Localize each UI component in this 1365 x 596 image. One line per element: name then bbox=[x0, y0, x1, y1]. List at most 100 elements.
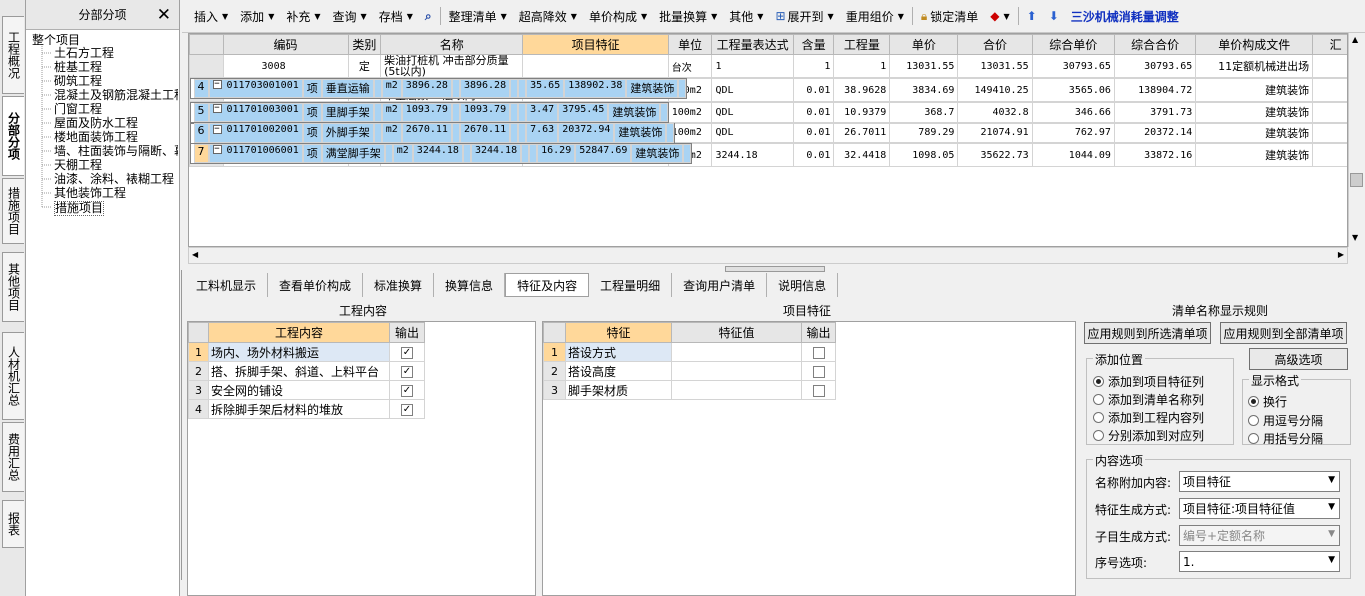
tab-qty-detail[interactable]: 工程量明细 bbox=[589, 273, 673, 297]
cell-content[interactable] bbox=[462, 143, 471, 164]
bill-item-row[interactable]: 5−011701003001 项里脚手架 m2 1093.79 1093.79 3.47 3… bbox=[189, 102, 670, 123]
cell-total[interactable] bbox=[518, 123, 527, 143]
cell-content[interactable]: 0.01 bbox=[792, 122, 835, 143]
col-expr[interactable]: 工程量表达式 bbox=[711, 34, 794, 55]
col-content[interactable]: 含量 bbox=[792, 34, 835, 55]
tree-item[interactable]: 其他装饰工程 bbox=[54, 187, 126, 200]
cell-ctotal[interactable]: 20372.94 bbox=[558, 123, 615, 143]
side-tab-measures[interactable]: 措施项目 bbox=[2, 178, 24, 244]
cell-type[interactable]: 定 bbox=[347, 54, 382, 78]
cell-feature[interactable] bbox=[384, 143, 393, 164]
row-number[interactable]: 1 bbox=[188, 342, 209, 362]
cell-total[interactable]: 21074.91 bbox=[957, 122, 1033, 143]
tab-standard-convert[interactable]: 标准换算 bbox=[363, 273, 435, 297]
cell-code[interactable]: −011701003001 bbox=[208, 102, 303, 123]
cell-file[interactable]: 建筑装饰 bbox=[608, 102, 661, 123]
work-content-text[interactable]: 拆除脚手架后材料的堆放 bbox=[208, 399, 390, 419]
batch-convert-button[interactable]: 批量换算 ▼ bbox=[653, 8, 723, 25]
cell-ctotal[interactable]: 20372.14 bbox=[1113, 122, 1197, 143]
cell-cprice[interactable]: 762.97 bbox=[1031, 122, 1115, 143]
cell-qty[interactable]: 2670.11 bbox=[459, 123, 511, 143]
cell-price[interactable]: 789.29 bbox=[889, 122, 959, 143]
feature-gen-select[interactable]: 项目特征:项目特征值 ▼ bbox=[1179, 498, 1340, 519]
work-content-row[interactable]: 2 搭、拆脚手架、斜道、上料平台 ✓ bbox=[188, 361, 425, 381]
output-cell[interactable]: ✓ bbox=[389, 399, 425, 419]
cell-code[interactable]: −011701002001 bbox=[208, 123, 303, 143]
radio-add-name[interactable]: 添加到清单名称列 bbox=[1093, 391, 1204, 408]
expand-button[interactable]: ⊞ 展开到 ▼ bbox=[769, 8, 839, 25]
tree-item[interactable]: 天棚工程 bbox=[54, 159, 102, 172]
scroll-down-icon[interactable]: ▼ bbox=[1352, 233, 1358, 242]
apply-selected-button[interactable]: 应用规则到所选清单项 bbox=[1084, 322, 1211, 344]
cell-expr[interactable]: 1093.79 bbox=[401, 102, 452, 123]
other-button[interactable]: 其他 ▼ bbox=[723, 8, 769, 25]
bill-item-row[interactable]: 4−011703001001 项垂直运输 m2 3896.28 3896.28 35.65… bbox=[189, 78, 688, 99]
cell-file[interactable]: 建筑装饰 bbox=[626, 78, 679, 99]
cell-unit[interactable]: 100m2 bbox=[667, 102, 713, 123]
row-number[interactable]: 2 bbox=[543, 361, 566, 381]
cell-ctotal[interactable]: 33872.16 bbox=[1113, 143, 1197, 167]
work-content-row[interactable]: 1 场内、场外材料搬运 ✓ bbox=[188, 342, 425, 362]
cell-summary[interactable] bbox=[683, 143, 692, 164]
tree-item[interactable]: 桩基工程 bbox=[54, 61, 102, 74]
radio-comma[interactable]: 用逗号分隔 bbox=[1248, 412, 1323, 429]
cell-content[interactable] bbox=[451, 123, 460, 143]
cell-price[interactable] bbox=[510, 78, 519, 99]
supplement-button[interactable]: 补充 ▼ bbox=[280, 8, 326, 25]
cell-file[interactable]: 11定额机械进出场 bbox=[1195, 54, 1314, 78]
tree-item-selected[interactable]: 措施项目 bbox=[54, 201, 105, 216]
unit-price-button[interactable]: 单价构成 ▼ bbox=[583, 8, 653, 25]
name-append-select[interactable]: 项目特征 ▼ bbox=[1179, 471, 1340, 492]
checkbox-unchecked-icon[interactable] bbox=[812, 384, 825, 397]
tab-unit-price[interactable]: 查看单价构成 bbox=[268, 273, 364, 297]
feature-name[interactable]: 搭设方式 bbox=[565, 342, 672, 362]
feature-value[interactable] bbox=[671, 361, 802, 381]
cell-unit[interactable]: m2 bbox=[392, 143, 413, 164]
feature-row[interactable]: 1 搭设方式 bbox=[543, 342, 836, 362]
reuse-button[interactable]: 重用组价 ▼ bbox=[840, 8, 910, 25]
radio-brackets[interactable]: 用括号分隔 bbox=[1248, 430, 1323, 447]
cell-content[interactable]: 1 bbox=[792, 54, 835, 78]
row-number[interactable]: 3 bbox=[543, 380, 566, 400]
cell-content[interactable]: 0.01 bbox=[792, 143, 835, 167]
scroll-right-icon[interactable]: ▶ bbox=[1338, 250, 1344, 259]
cell-expr[interactable]: 2670.11 bbox=[401, 123, 452, 143]
row-number[interactable]: 1 bbox=[543, 342, 566, 362]
tab-convert-info[interactable]: 换算信息 bbox=[434, 273, 506, 297]
cell-qty[interactable]: 3896.28 bbox=[459, 78, 511, 99]
side-tab-other[interactable]: 其他项目 bbox=[2, 252, 24, 322]
sansha-adjust-button[interactable]: 三沙机械消耗量调整 bbox=[1065, 8, 1185, 25]
move-up-icon[interactable]: ⬆ bbox=[1021, 9, 1043, 23]
side-tab-items[interactable]: 分部分项 bbox=[2, 96, 24, 176]
add-button[interactable]: 添加 ▼ bbox=[234, 8, 280, 25]
cell-unit[interactable]: m2 bbox=[381, 123, 402, 143]
cell-price[interactable] bbox=[510, 123, 519, 143]
cell-cprice[interactable]: 35.65 bbox=[526, 78, 565, 99]
col-total[interactable]: 合价 bbox=[957, 34, 1033, 55]
cell-price[interactable] bbox=[521, 143, 530, 164]
cell-feature[interactable] bbox=[522, 54, 669, 78]
col-unit[interactable]: 单位 bbox=[667, 34, 713, 55]
cell-summary[interactable] bbox=[1312, 102, 1347, 123]
tree-item[interactable]: 土石方工程 bbox=[54, 47, 114, 60]
cell-total[interactable]: 35622.73 bbox=[957, 143, 1033, 167]
cell-feature[interactable] bbox=[373, 123, 382, 143]
col-price[interactable]: 单价 bbox=[889, 34, 959, 55]
col-feature-name[interactable]: 特征 bbox=[565, 322, 672, 343]
bill-item-row[interactable]: 7−011701006001 项满堂脚手架 m2 3244.18 3244.18 16.2… bbox=[189, 143, 693, 164]
cell-qty[interactable]: 32.4418 bbox=[833, 143, 891, 167]
close-icon[interactable]: ✕ bbox=[157, 5, 171, 25]
col-file[interactable]: 单价构成文件 bbox=[1195, 34, 1314, 55]
cell-name[interactable]: 垂直运输 bbox=[321, 78, 374, 99]
save-button[interactable]: 存档 ▼ bbox=[373, 8, 419, 25]
cell-cprice[interactable]: 3.47 bbox=[526, 102, 559, 123]
cell-total[interactable]: 4032.8 bbox=[957, 102, 1033, 123]
cell-expr[interactable]: 3244.18 bbox=[711, 143, 794, 167]
output-cell[interactable] bbox=[801, 342, 836, 362]
apply-all-button[interactable]: 应用规则到全部清单项 bbox=[1220, 322, 1347, 344]
cell-type[interactable]: 项 bbox=[302, 102, 322, 123]
checkbox-checked-icon[interactable]: ✓ bbox=[401, 365, 413, 378]
splitter-handle[interactable] bbox=[725, 266, 825, 272]
work-content-text[interactable]: 场内、场外材料搬运 bbox=[208, 342, 390, 362]
super-drop-button[interactable]: 超高降效 ▼ bbox=[513, 8, 583, 25]
